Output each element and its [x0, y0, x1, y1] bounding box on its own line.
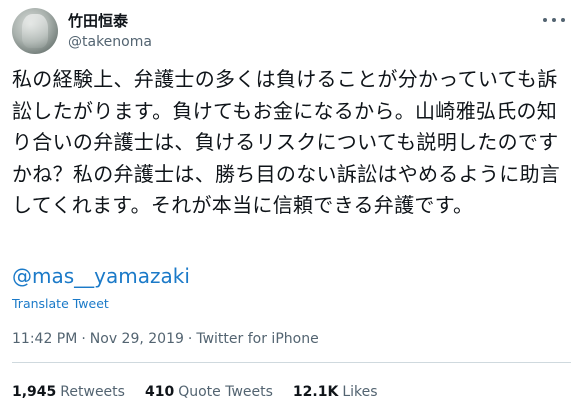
tweet-card: 竹田恒泰 @takenoma 私の経験上、弁護士の多くは負けることが分かっていて… — [0, 0, 583, 413]
more-dot — [543, 18, 547, 22]
quote-tweets-label: Quote Tweets — [178, 384, 273, 400]
tweet-date[interactable]: Nov 29, 2019 — [90, 330, 184, 348]
author-handle[interactable]: @takenoma — [68, 33, 152, 52]
tweet-source[interactable]: Twitter for iPhone — [196, 330, 318, 348]
retweets-stat[interactable]: 1,945 Retweets — [12, 383, 125, 401]
mention-link[interactable]: @mas__yamazaki — [12, 263, 190, 289]
likes-stat[interactable]: 12.1K Likes — [293, 383, 378, 401]
tweet-header: 竹田恒泰 @takenoma — [12, 6, 152, 56]
translate-tweet-link[interactable]: Translate Tweet — [12, 296, 109, 312]
quote-tweets-count: 410 — [144, 384, 175, 400]
meta-separator: · — [81, 331, 86, 347]
divider — [12, 362, 571, 363]
retweets-count: 1,945 — [12, 384, 57, 400]
retweets-label: Retweets — [60, 384, 125, 400]
meta-separator: · — [187, 331, 193, 347]
likes-label: Likes — [342, 384, 378, 400]
likes-count: 12.1K — [292, 384, 339, 400]
avatar[interactable] — [12, 8, 58, 54]
tweet-text: 私の経験上、弁護士の多くは負けることが分かっていても訴訟したがります。負けてもお… — [12, 67, 561, 217]
quote-tweets-stat[interactable]: 410 Quote Tweets — [145, 383, 273, 401]
tweet-time[interactable]: 11:42 PM — [12, 330, 77, 348]
more-dot — [552, 18, 556, 22]
tweet-meta: 11:42 PM · Nov 29, 2019 · Twitter for iP… — [12, 330, 319, 348]
tweet-stats: 1,945 Retweets 410 Quote Tweets 12.1K Likes — [12, 383, 398, 401]
more-options-icon[interactable] — [543, 12, 565, 28]
more-dot — [561, 18, 565, 22]
author-display-name[interactable]: 竹田恒泰 — [68, 11, 152, 31]
author-names: 竹田恒泰 @takenoma — [68, 11, 152, 52]
